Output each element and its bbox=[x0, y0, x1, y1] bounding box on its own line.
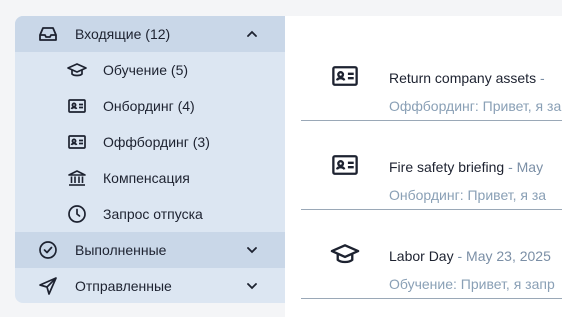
sidebar-inbox-header[interactable]: Входящие (12) bbox=[15, 16, 285, 52]
message-title: Return company assets - bbox=[389, 70, 545, 86]
sidebar-item-vacation-request[interactable]: Запрос отпуска bbox=[15, 196, 285, 232]
message-preview: Онбординг: Привет, я за bbox=[389, 187, 547, 203]
sidebar-item-label: Обучение (5) bbox=[103, 62, 189, 78]
sidebar-item-label: Компенсация bbox=[103, 170, 190, 186]
sidebar-item-label: Онбординг (4) bbox=[103, 98, 195, 114]
message-date: - bbox=[539, 70, 545, 86]
id-card-icon bbox=[66, 131, 88, 153]
check-circle-icon bbox=[37, 239, 59, 261]
chevron-down-icon[interactable] bbox=[245, 279, 259, 293]
sidebar-item-label: Запрос отпуска bbox=[103, 206, 203, 222]
message-title: Labor Day - May 23, 2025 bbox=[389, 248, 551, 264]
id-card-icon bbox=[329, 121, 361, 209]
sidebar: Входящие (12) Обучение (5) Онбординг (4)… bbox=[15, 16, 285, 303]
message-item[interactable]: Return company assets - Оффбординг: Прив… bbox=[301, 32, 562, 121]
sidebar-item-label: Оффбординг (3) bbox=[103, 134, 210, 150]
sidebar-completed-header[interactable]: Выполненные bbox=[15, 232, 285, 268]
sidebar-sent-header[interactable]: Отправленные bbox=[15, 268, 285, 303]
message-title: Fire safety briefing - May bbox=[389, 159, 544, 175]
sidebar-item-compensation[interactable]: Компенсация bbox=[15, 160, 285, 196]
message-list: Return company assets - Оффбординг: Прив… bbox=[285, 16, 562, 317]
send-icon bbox=[37, 275, 59, 297]
message-preview: Обучение: Привет, я запр bbox=[389, 276, 555, 292]
chevron-down-icon[interactable] bbox=[245, 243, 259, 257]
sidebar-item-offboarding[interactable]: Оффбординг (3) bbox=[15, 124, 285, 160]
message-item[interactable]: Labor Day - May 23, 2025 Обучение: Приве… bbox=[301, 210, 562, 299]
message-item[interactable]: Fire safety briefing - May Онбординг: Пр… bbox=[301, 121, 562, 210]
message-preview: Оффбординг: Привет, я за bbox=[389, 98, 562, 114]
id-card-icon bbox=[66, 95, 88, 117]
sidebar-sent-label: Отправленные bbox=[75, 278, 172, 294]
chevron-up-icon[interactable] bbox=[245, 27, 259, 41]
inbox-tray-icon bbox=[37, 23, 59, 45]
sidebar-item-training[interactable]: Обучение (5) bbox=[15, 52, 285, 88]
sidebar-completed-label: Выполненные bbox=[75, 242, 167, 258]
message-date: - May 23, 2025 bbox=[457, 248, 551, 264]
id-card-icon bbox=[329, 32, 361, 120]
clock-icon bbox=[66, 203, 88, 225]
graduation-cap-icon bbox=[66, 59, 88, 81]
bank-icon bbox=[66, 167, 88, 189]
sidebar-inbox-label: Входящие (12) bbox=[75, 26, 171, 42]
sidebar-item-onboarding[interactable]: Онбординг (4) bbox=[15, 88, 285, 124]
graduation-cap-icon bbox=[329, 210, 361, 298]
message-date: - May bbox=[508, 159, 544, 175]
